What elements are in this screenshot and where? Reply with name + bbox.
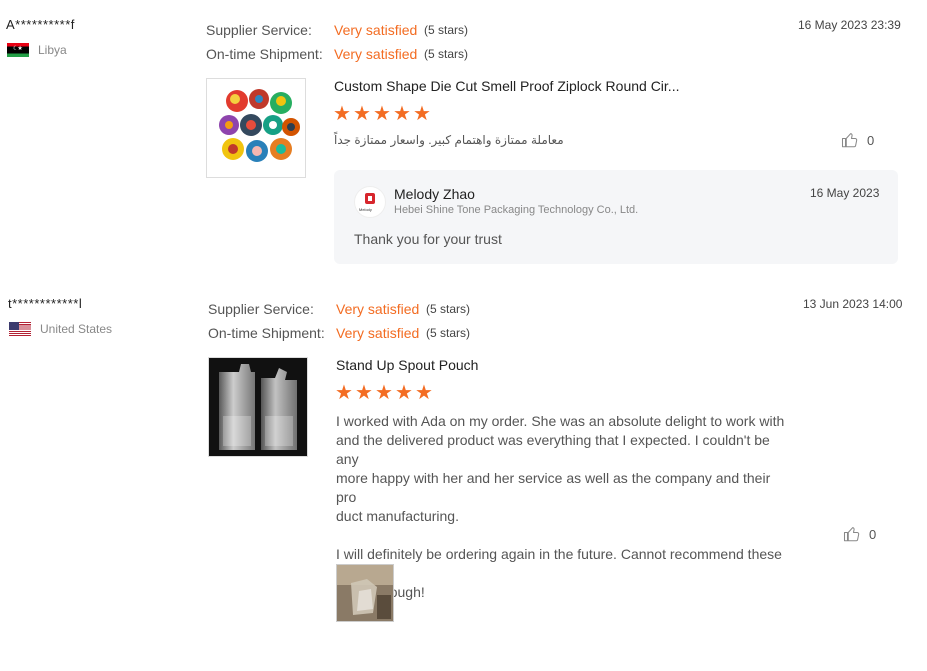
supplier-reply: Melody Melody Zhao Hebei Shine Tone Pack… [334,170,898,264]
rating-stars-text: (5 stars) [424,47,469,61]
country-name: Libya [38,43,67,57]
shipment-rating: On-time Shipment: Very satisfied (5 star… [208,321,470,345]
star-icon: ★ [373,103,391,125]
reviewer-country: United States [9,322,112,336]
product-thumbnail[interactable] [208,357,308,457]
spout-pouch-product-image [209,358,307,456]
rating-summary: Supplier Service: Very satisfied (5 star… [206,18,468,66]
reply-text: Thank you for your trust [354,231,502,247]
star-icon: ★ [353,103,371,125]
star-icon: ★ [393,103,411,125]
review-attachment-image[interactable] [336,564,394,622]
product-title-link[interactable]: Stand Up Spout Pouch [336,357,478,373]
shipment-rating: On-time Shipment: Very satisfied (5 star… [206,42,468,66]
rating-label: On-time Shipment: [206,46,323,62]
review-star-rating: ★ ★ ★ ★ ★ [335,382,433,404]
star-icon: ★ [333,103,351,125]
rating-stars-text: (5 stars) [426,326,471,340]
rating-label: On-time Shipment: [208,325,325,341]
review-date: 16 May 2023 23:39 [798,18,901,32]
seller-logo-icon [365,193,375,204]
star-icon: ★ [413,103,431,125]
review-text: معاملة ممتازة واهتمام كبير. واسعار ممتاز… [334,133,564,147]
united-states-flag-icon [9,322,31,336]
reviewer-country: Libya [7,43,67,57]
star-icon: ★ [415,382,433,404]
star-icon: ★ [335,382,353,404]
reviewer-name: A**********f [6,17,75,32]
rating-label: Supplier Service: [206,22,312,38]
product-title-link[interactable]: Custom Shape Die Cut Smell Proof Ziplock… [334,78,679,94]
attachment-photo [337,565,393,621]
reviewer-name: t************l [8,296,83,311]
product-thumbnail[interactable] [206,78,306,178]
thumbs-up-icon [841,133,858,148]
star-icon: ★ [375,382,393,404]
seller-name: Melody Zhao [394,186,475,202]
rating-value: Very satisfied [334,22,418,38]
like-count: 0 [869,526,877,542]
review-date: 13 Jun 2023 14:00 [803,297,903,311]
reply-date: 16 May 2023 [810,186,880,200]
seller-logo-text: Melody [359,207,372,212]
rating-value: Very satisfied [336,325,420,341]
sticker-product-image [207,79,305,177]
thumbs-up-icon [843,527,860,542]
rating-label: Supplier Service: [208,301,314,317]
country-name: United States [40,322,113,336]
libya-flag-icon [7,43,29,57]
like-count: 0 [867,132,875,148]
supplier-service-rating: Supplier Service: Very satisfied (5 star… [206,18,468,42]
review-text: I worked with Ada on my order. She was a… [336,413,785,600]
rating-stars-text: (5 stars) [424,23,469,37]
rating-value: Very satisfied [336,301,420,317]
rating-stars-text: (5 stars) [426,302,471,316]
review-star-rating: ★ ★ ★ ★ ★ [333,103,431,125]
star-icon: ★ [395,382,413,404]
rating-value: Very satisfied [334,46,418,62]
seller-company: Hebei Shine Tone Packaging Technology Co… [394,204,639,216]
star-icon: ★ [355,382,373,404]
like-button[interactable]: 0 [841,131,874,149]
like-button[interactable]: 0 [843,525,876,543]
rating-summary: Supplier Service: Very satisfied (5 star… [208,297,470,345]
seller-avatar: Melody [354,186,386,218]
supplier-service-rating: Supplier Service: Very satisfied (5 star… [208,297,470,321]
